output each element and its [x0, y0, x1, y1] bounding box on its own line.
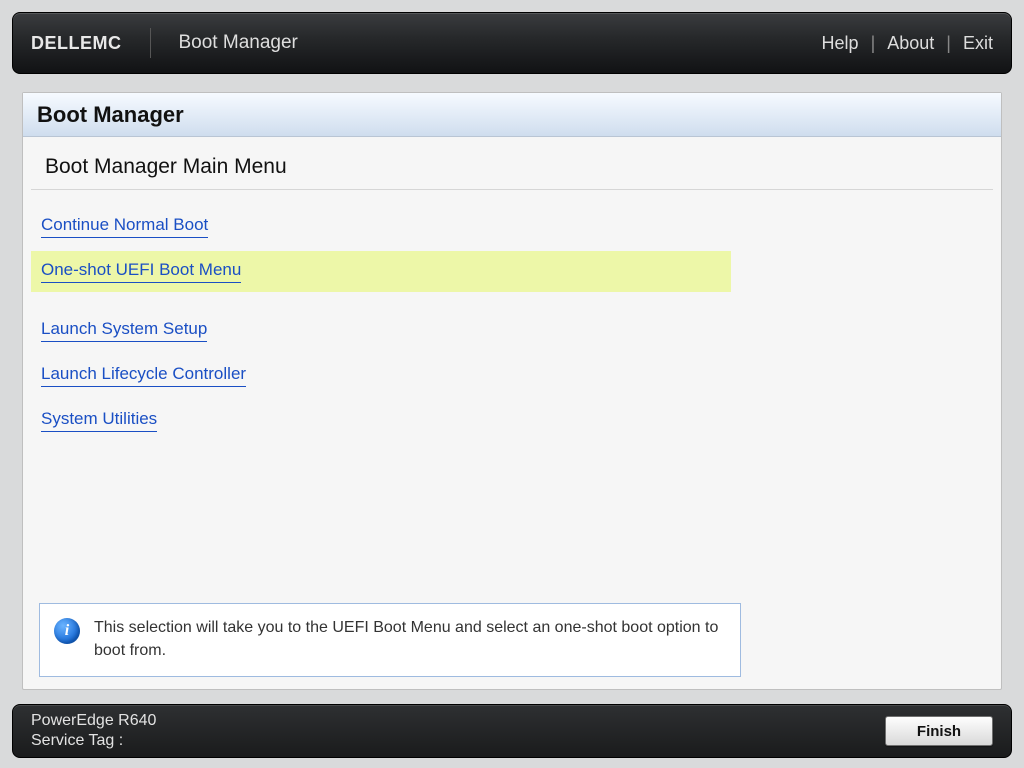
main-panel: Boot Manager Boot Manager Main Menu Cont…: [22, 92, 1002, 690]
panel-title: Boot Manager: [23, 93, 1001, 137]
link-separator: |: [946, 33, 951, 54]
menu-item-label: System Utilities: [41, 409, 157, 432]
finish-button[interactable]: Finish: [885, 716, 993, 746]
outer-frame: DELLEMC Boot Manager Help | About | Exit…: [4, 4, 1020, 764]
main-menu: Continue Normal Boot One-shot UEFI Boot …: [23, 190, 1001, 457]
panel-subtitle: Boot Manager Main Menu: [31, 137, 993, 190]
brand-separator: [150, 28, 151, 58]
menu-item-continue-normal-boot[interactable]: Continue Normal Boot: [31, 206, 731, 247]
link-separator: |: [871, 33, 876, 54]
top-bar: DELLEMC Boot Manager Help | About | Exit: [12, 12, 1012, 74]
service-tag-label: Service Tag :: [31, 732, 156, 750]
screen: DELLEMC Boot Manager Help | About | Exit…: [0, 0, 1024, 768]
app-title: Boot Manager: [179, 32, 298, 54]
brand-logo-text: DELLEMC: [31, 33, 122, 54]
menu-item-label: One-shot UEFI Boot Menu: [41, 260, 241, 283]
menu-item-label: Launch Lifecycle Controller: [41, 364, 246, 387]
footer-bar: PowerEdge R640 Service Tag : Finish: [12, 704, 1012, 758]
menu-item-one-shot-uefi[interactable]: One-shot UEFI Boot Menu: [31, 251, 731, 292]
menu-item-system-utilities[interactable]: System Utilities: [31, 400, 731, 441]
brand-block: DELLEMC Boot Manager: [31, 28, 298, 58]
help-link[interactable]: Help: [822, 33, 859, 54]
top-links: Help | About | Exit: [822, 33, 993, 54]
menu-item-launch-system-setup[interactable]: Launch System Setup: [31, 310, 731, 351]
about-link[interactable]: About: [887, 33, 934, 54]
menu-item-launch-lifecycle-controller[interactable]: Launch Lifecycle Controller: [31, 355, 731, 396]
exit-link[interactable]: Exit: [963, 33, 993, 54]
info-box: i This selection will take you to the UE…: [39, 603, 741, 677]
system-model: PowerEdge R640: [31, 712, 156, 730]
menu-item-label: Continue Normal Boot: [41, 215, 208, 238]
info-icon: i: [54, 618, 80, 644]
brand-logo: DELLEMC: [31, 33, 122, 54]
info-text: This selection will take you to the UEFI…: [94, 616, 726, 662]
menu-item-label: Launch System Setup: [41, 319, 207, 342]
footer-left: PowerEdge R640 Service Tag :: [31, 712, 156, 750]
